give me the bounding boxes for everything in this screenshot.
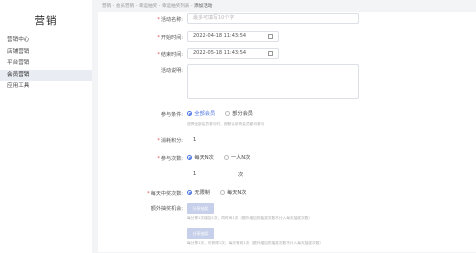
sidebar: 营销 营销中心 店铺营销 平台营销 会员营销 应用工具	[0, 0, 92, 253]
times-unit: 次	[238, 172, 244, 178]
times-label: *参与次数:	[157, 156, 183, 162]
points-label: *消耗积分:	[157, 138, 183, 144]
sidebar-item-app-tools[interactable]: 应用工具	[0, 81, 92, 93]
breadcrumb: 营销 - 会员营销 - 幸运抽奖 - 幸运抽奖列表 - 添加活动	[102, 3, 212, 9]
desc-label: 活动说明:	[160, 68, 183, 74]
extra-hint-2: 每分享1次，可获得1次，每天有效1次（额外增加的抽奖次数不计入每天抽奖次数）	[187, 241, 324, 245]
end-time-value: 2022-05-18 11:43:54	[193, 50, 247, 56]
end-label: *结束时间:	[157, 52, 183, 58]
winning-label: *每天中奖次数:	[147, 191, 183, 197]
breadcrumb-separator: -	[112, 4, 115, 9]
name-label: *活动名称:	[157, 17, 183, 23]
sidebar-item-platform-marketing[interactable]: 平台营销	[0, 58, 92, 70]
radio-checked-icon	[187, 110, 193, 116]
breadcrumb-current: 添加活动	[194, 4, 213, 9]
participants-hint: 选择全部会员参与时，即默认所有会员都可参与	[187, 122, 265, 126]
breadcrumb-separator: -	[158, 4, 161, 9]
breadcrumb-separator: -	[135, 4, 138, 9]
calendar-icon	[268, 51, 273, 56]
radio-unchecked-icon	[224, 110, 231, 116]
sidebar-item-member-marketing[interactable]: 会员营销	[0, 69, 92, 81]
share-draw-button-2[interactable]: 分享抽奖	[187, 228, 214, 239]
times-radio-group: 每天N次 一人N次	[187, 154, 258, 161]
radio-unlimited[interactable]: 无限制	[187, 189, 210, 196]
winning-radio-group: 无限制 每天N次	[187, 189, 254, 196]
brand-title: 营销	[34, 15, 58, 27]
radio-daily-n[interactable]: 每天N次	[219, 189, 246, 196]
sidebar-item-marketing-center[interactable]: 营销中心	[0, 35, 92, 47]
breadcrumb-item[interactable]: 营销	[102, 4, 111, 9]
participants-label: 参与条件:	[160, 112, 183, 118]
start-time-value: 2022-04-18 11:43:54	[193, 33, 247, 39]
radio-all-members[interactable]: 全部会员	[187, 110, 215, 117]
radio-per-day[interactable]: 每天N次	[187, 154, 214, 161]
breadcrumb-item[interactable]: 幸运抽奖列表	[162, 4, 190, 9]
times-input[interactable]: 1	[193, 171, 196, 177]
radio-unchecked-icon	[219, 189, 226, 195]
breadcrumb-separator: -	[190, 4, 193, 9]
share-draw-button[interactable]: 分享抽奖	[187, 203, 214, 214]
calendar-icon	[268, 34, 273, 39]
form-panel: *活动名称: 最多可填写10个字 *开始时间: 2022-04-18 11:43…	[98, 12, 476, 252]
start-time-input[interactable]: 2022-04-18 11:43:54	[187, 31, 279, 42]
radio-checked-icon	[187, 189, 193, 195]
end-time-input[interactable]: 2022-05-18 11:43:54	[187, 48, 279, 59]
main-area: 营销 - 会员营销 - 幸运抽奖 - 幸运抽奖列表 - 添加活动 *活动名称: …	[92, 0, 476, 253]
radio-unchecked-icon	[223, 154, 229, 160]
radio-some-members[interactable]: 部分会员	[224, 110, 253, 117]
extra-label: 额外抽奖机会:	[150, 206, 183, 212]
desc-textarea[interactable]	[187, 64, 359, 99]
extra-hint-1: 每分享1次增加1次，同时间1次（额外增加的抽奖次数不计入每天抽奖次数）	[187, 216, 313, 220]
points-input[interactable]: 1	[193, 137, 196, 143]
radio-checked-icon	[187, 154, 193, 160]
sidebar-item-store-marketing[interactable]: 店铺营销	[0, 47, 92, 59]
start-label: *开始时间:	[157, 35, 183, 41]
breadcrumb-item[interactable]: 幸运抽奖	[139, 4, 157, 9]
radio-per-person[interactable]: 一人N次	[223, 154, 250, 161]
participants-radio-group: 全部会员 部分会员	[187, 110, 261, 117]
breadcrumb-item[interactable]: 会员营销	[116, 4, 134, 9]
sidebar-nav: 营销中心 店铺营销 平台营销 会员营销 应用工具	[0, 35, 92, 93]
name-input[interactable]: 最多可填写10个字	[187, 13, 359, 24]
